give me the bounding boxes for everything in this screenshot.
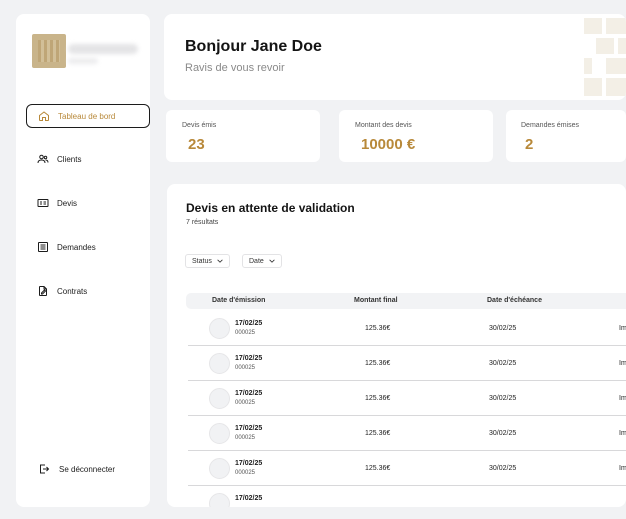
table-row[interactable]: 17/02/25 000025 125.36€ 30/02/25 Im — [188, 381, 626, 416]
row-amount: 125.36€ — [365, 465, 391, 472]
stat-value: 23 — [188, 136, 205, 153]
row-amount: 125.36€ — [365, 325, 391, 332]
welcome-header: Bonjour Jane Doe Ravis de vous revoir — [164, 14, 626, 100]
table-row[interactable]: 17/02/25 000025 125.36€ 30/02/25 Im — [188, 451, 626, 486]
sidebar-item-label: Contrats — [57, 286, 88, 296]
avatar — [209, 458, 230, 479]
logout-icon — [40, 464, 50, 474]
row-date: 17/02/25 — [235, 425, 263, 432]
greeting-title: Bonjour Jane Doe — [185, 38, 322, 55]
table-header: Date d'émission Montant final Date d'éch… — [186, 293, 626, 309]
sidebar-item-clients[interactable]: Clients — [26, 147, 150, 171]
row-due-date: 30/02/25 — [489, 465, 517, 472]
status-filter-label: Status — [192, 257, 212, 265]
sidebar-item-dashboard[interactable]: Tableau de bord — [26, 104, 150, 128]
avatar — [209, 423, 230, 444]
chevron-down-icon — [269, 259, 275, 263]
logout-button[interactable]: Se déconnecter — [38, 463, 115, 475]
date-filter-label: Date — [249, 257, 264, 265]
row-amount: 125.36€ — [365, 395, 391, 402]
row-ref: 000025 — [235, 470, 256, 476]
avatar — [209, 353, 230, 374]
row-due-date: 30/02/25 — [489, 325, 517, 332]
users-icon — [36, 152, 50, 166]
sidebar-item-label: Clients — [57, 154, 82, 164]
sidebar-item-label: Devis — [57, 198, 78, 208]
row-date: 17/02/25 — [235, 355, 263, 362]
list-icon — [36, 240, 50, 254]
row-amount: 125.36€ — [365, 360, 391, 367]
row-extra: Im — [619, 395, 626, 402]
logout-label: Se déconnecter — [59, 464, 116, 474]
stat-label: Montant des devis — [355, 122, 412, 129]
sidebar-item-label: Demandes — [57, 242, 96, 252]
stat-value: 10000 € — [361, 136, 416, 153]
stat-label: Demandes émises — [521, 122, 579, 129]
row-ref: 000025 — [235, 435, 256, 441]
column-header: Date d'émission — [212, 297, 266, 304]
table-row[interactable]: 17/02/25 000025 125.36€ 30/02/25 Im — [188, 416, 626, 451]
row-date: 17/02/25 — [235, 460, 263, 467]
row-due-date: 30/02/25 — [489, 360, 517, 367]
sidebar-item-demandes[interactable]: Demandes — [26, 235, 150, 259]
section-title: Devis en attente de validation — [186, 201, 355, 215]
table-row[interactable]: 17/02/25 000025 125.36€ 30/02/25 Im — [188, 346, 626, 381]
avatar — [209, 318, 230, 339]
home-icon — [37, 109, 51, 123]
blurred-user-subtitle — [68, 58, 98, 64]
column-header: Date d'échéance — [487, 297, 542, 304]
stat-label: Devis émis — [182, 122, 217, 129]
invoice-icon — [36, 196, 50, 210]
sidebar-item-contrats[interactable]: Contrats — [26, 279, 150, 303]
blurred-user-name — [68, 44, 138, 54]
result-count: 7 résultats — [186, 219, 219, 226]
chevron-down-icon — [217, 259, 223, 263]
row-extra: Im — [619, 325, 626, 332]
row-ref: 000025 — [235, 400, 256, 406]
stat-value: 2 — [525, 136, 534, 153]
stat-card-demandes: Demandes émises 2 — [506, 110, 626, 162]
row-due-date: 30/02/25 — [489, 395, 517, 402]
row-extra: Im — [619, 430, 626, 437]
row-ref: 000025 — [235, 365, 256, 371]
table-row[interactable]: 17/02/25 000025 125.36€ 30/02/25 Im — [188, 311, 626, 346]
row-ref: 000025 — [235, 330, 256, 336]
greeting-subtitle: Ravis de vous revoir — [185, 62, 285, 74]
stat-card-montant: Montant des devis 10000 € — [339, 110, 493, 162]
table-row[interactable]: 17/02/25 — [188, 486, 626, 507]
stat-card-devis-emis: Devis émis 23 — [166, 110, 320, 162]
row-amount: 125.36€ — [365, 430, 391, 437]
row-extra: Im — [619, 360, 626, 367]
date-filter[interactable]: Date — [242, 254, 282, 268]
column-header: Montant final — [354, 297, 398, 304]
contract-icon — [36, 284, 50, 298]
status-filter[interactable]: Status — [185, 254, 230, 268]
sidebar: Tableau de bord Clients Devis Demandes C… — [16, 14, 150, 507]
pending-quotes-card: Devis en attente de validation 7 résulta… — [167, 184, 626, 507]
row-date: 17/02/25 — [235, 320, 263, 327]
sidebar-item-label: Tableau de bord — [58, 111, 116, 121]
row-extra: Im — [619, 465, 626, 472]
row-date: 17/02/25 — [235, 495, 263, 502]
avatar — [209, 388, 230, 409]
avatar — [209, 493, 230, 507]
row-due-date: 30/02/25 — [489, 430, 517, 437]
sidebar-item-devis[interactable]: Devis — [26, 191, 150, 215]
row-date: 17/02/25 — [235, 390, 263, 397]
company-logo — [32, 34, 66, 68]
